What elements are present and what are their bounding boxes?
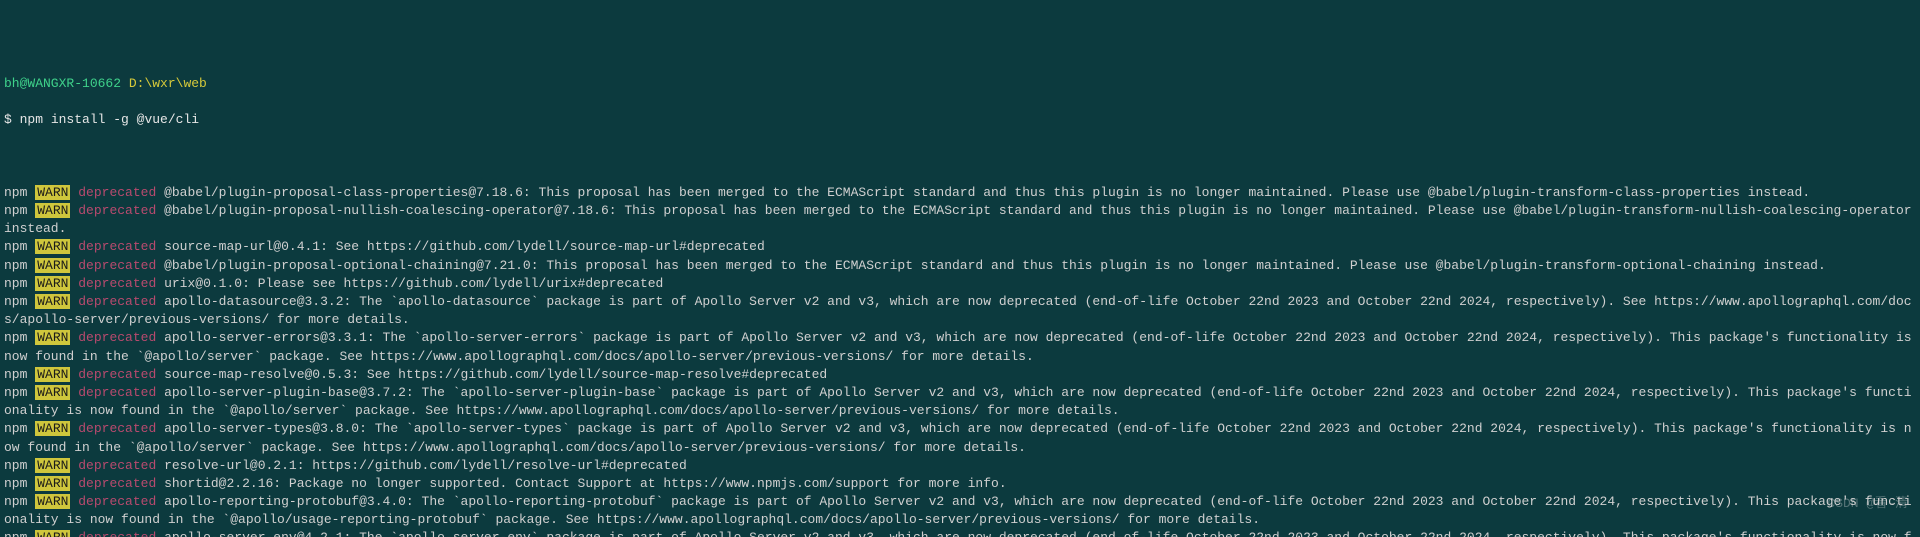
deprecated-label: deprecated	[78, 530, 156, 537]
npm-label: npm	[4, 203, 27, 218]
warning-message: shortid@2.2.16: Package no longer suppor…	[164, 476, 1007, 491]
command-line: $ npm install -g @vue/cli	[4, 111, 1916, 129]
warning-line: npm WARN deprecated apollo-reporting-pro…	[4, 493, 1916, 529]
terminal-output[interactable]: bh@WANGXR-10662 D:\wxr\web $ npm install…	[0, 36, 1920, 537]
warning-message: apollo-datasource@3.3.2: The `apollo-dat…	[4, 294, 1912, 327]
npm-label: npm	[4, 421, 27, 436]
warning-line: npm WARN deprecated source-map-url@0.4.1…	[4, 238, 1916, 256]
npm-label: npm	[4, 330, 27, 345]
npm-label: npm	[4, 276, 27, 291]
warning-line: npm WARN deprecated @babel/plugin-propos…	[4, 184, 1916, 202]
warning-message: @babel/plugin-proposal-nullish-coalescin…	[4, 203, 1919, 236]
warning-line: npm WARN deprecated apollo-server-plugin…	[4, 384, 1916, 420]
warn-badge: WARN	[35, 385, 70, 400]
deprecated-label: deprecated	[78, 421, 156, 436]
warn-badge: WARN	[35, 185, 70, 200]
warn-badge: WARN	[35, 476, 70, 491]
npm-label: npm	[4, 385, 27, 400]
warning-line: npm WARN deprecated source-map-resolve@0…	[4, 366, 1916, 384]
deprecated-label: deprecated	[78, 458, 156, 473]
deprecated-label: deprecated	[78, 203, 156, 218]
deprecated-label: deprecated	[78, 185, 156, 200]
warn-badge: WARN	[35, 421, 70, 436]
npm-label: npm	[4, 458, 27, 473]
warning-message: @babel/plugin-proposal-optional-chaining…	[164, 258, 1826, 273]
warning-message: apollo-server-env@4.2.1: The `apollo-ser…	[4, 530, 1912, 537]
deprecated-label: deprecated	[78, 294, 156, 309]
warning-line: npm WARN deprecated @babel/plugin-propos…	[4, 257, 1916, 275]
warning-message: source-map-url@0.4.1: See https://github…	[164, 239, 765, 254]
npm-label: npm	[4, 239, 27, 254]
warning-line: npm WARN deprecated apollo-server-types@…	[4, 420, 1916, 456]
npm-label: npm	[4, 367, 27, 382]
warn-badge: WARN	[35, 330, 70, 345]
npm-label: npm	[4, 258, 27, 273]
warning-line: npm WARN deprecated resolve-url@0.2.1: h…	[4, 457, 1916, 475]
warning-message: source-map-resolve@0.5.3: See https://gi…	[164, 367, 827, 382]
deprecated-label: deprecated	[78, 385, 156, 400]
warn-badge: WARN	[35, 239, 70, 254]
deprecated-label: deprecated	[78, 476, 156, 491]
warning-line: npm WARN deprecated urix@0.1.0: Please s…	[4, 275, 1916, 293]
warning-message: apollo-server-types@3.8.0: The `apollo-s…	[4, 421, 1912, 454]
blank-line	[4, 148, 1916, 166]
npm-label: npm	[4, 476, 27, 491]
deprecated-label: deprecated	[78, 239, 156, 254]
warn-badge: WARN	[35, 530, 70, 537]
prompt-line: bh@WANGXR-10662 D:\wxr\web	[4, 75, 1916, 93]
deprecated-label: deprecated	[78, 258, 156, 273]
command-text: npm install -g @vue/cli	[20, 112, 199, 127]
warn-badge: WARN	[35, 458, 70, 473]
warning-line: npm WARN deprecated apollo-datasource@3.…	[4, 293, 1916, 329]
deprecated-label: deprecated	[78, 494, 156, 509]
prompt-symbol: $	[4, 112, 12, 127]
warn-badge: WARN	[35, 276, 70, 291]
warning-line: npm WARN deprecated apollo-server-errors…	[4, 329, 1916, 365]
warning-message: apollo-server-errors@3.3.1: The `apollo-…	[4, 330, 1919, 363]
prompt-host: bh@WANGXR-10662	[4, 76, 121, 91]
warn-badge: WARN	[35, 258, 70, 273]
deprecated-label: deprecated	[78, 276, 156, 291]
deprecated-label: deprecated	[78, 330, 156, 345]
warning-message: resolve-url@0.2.1: https://github.com/ly…	[164, 458, 687, 473]
prompt-path: D:\wxr\web	[129, 76, 207, 91]
npm-label: npm	[4, 294, 27, 309]
warn-badge: WARN	[35, 203, 70, 218]
warning-message: apollo-reporting-protobuf@3.4.0: The `ap…	[4, 494, 1912, 527]
warn-badge: WARN	[35, 367, 70, 382]
warning-message: apollo-server-plugin-base@3.7.2: The `ap…	[4, 385, 1912, 418]
npm-label: npm	[4, 530, 27, 537]
warning-message: @babel/plugin-proposal-class-properties@…	[164, 185, 1810, 200]
warn-badge: WARN	[35, 494, 70, 509]
warning-line: npm WARN deprecated apollo-server-env@4.…	[4, 529, 1916, 537]
npm-label: npm	[4, 494, 27, 509]
warning-line: npm WARN deprecated shortid@2.2.16: Pack…	[4, 475, 1916, 493]
warning-line: npm WARN deprecated @babel/plugin-propos…	[4, 202, 1916, 238]
npm-label: npm	[4, 185, 27, 200]
warn-badge: WARN	[35, 294, 70, 309]
deprecated-label: deprecated	[78, 367, 156, 382]
warning-message: urix@0.1.0: Please see https://github.co…	[164, 276, 663, 291]
